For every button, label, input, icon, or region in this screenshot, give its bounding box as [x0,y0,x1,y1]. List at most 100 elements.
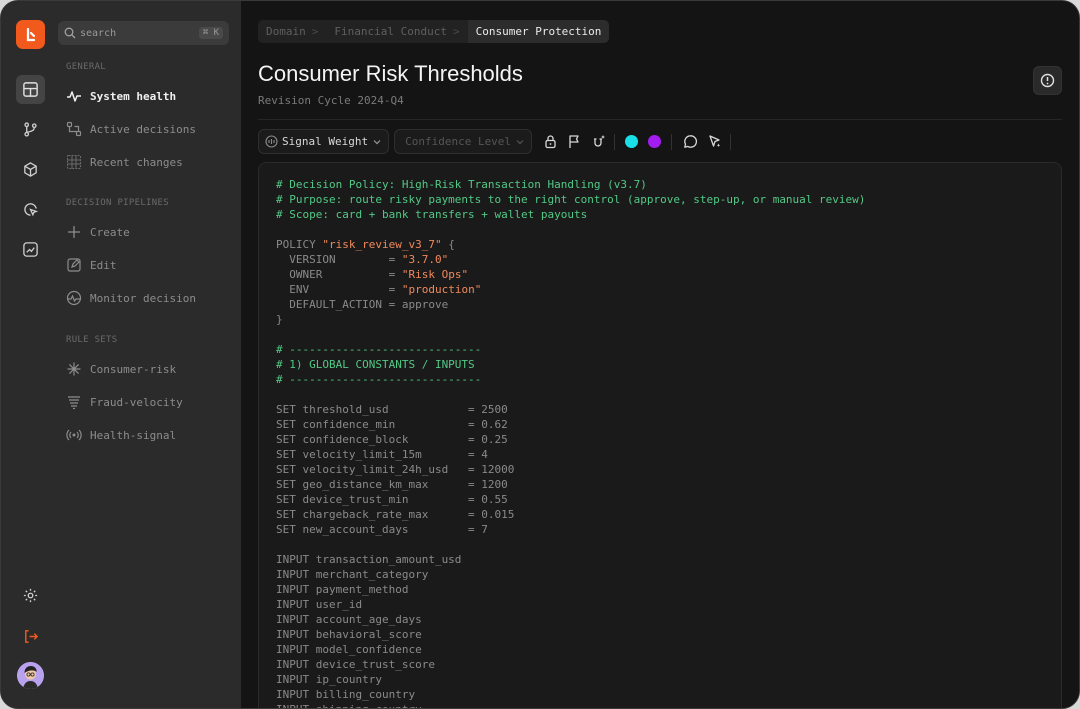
code-line: INPUT user_id [276,597,865,612]
code-line: # ----------------------------- [276,342,865,357]
sidebar-item-edit[interactable]: Edit [66,254,117,276]
rail-cube-button[interactable] [16,155,45,184]
code-token: INPUT payment_method [276,583,409,596]
sidebar-item-system-health[interactable]: System health [66,85,176,107]
sidebar: search ⌘ K GENERAL System health Active … [57,1,241,708]
code-token: SET confidence_min = 0.62 [276,418,508,431]
code-token: ENV = [276,283,402,296]
code-token: INPUT model_confidence [276,643,422,656]
code-token: INPUT behavioral_score [276,628,422,641]
search-input[interactable]: search ⌘ K [58,21,229,45]
confidence-level-select[interactable]: Confidence Level [394,129,533,154]
rail-dashboard-button[interactable] [16,75,45,104]
code-line: # Purpose: route risky payments to the r… [276,192,865,207]
editor-toolbar: Signal Weight Confidence Level [258,129,736,154]
sidebar-item-label: Recent changes [90,155,183,169]
code-line: VERSION = "3.7.0" [276,252,865,267]
lock-button[interactable] [539,131,561,153]
icon-rail [1,1,57,708]
code-token: POLICY [276,238,323,251]
sidebar-item-label: System health [90,89,177,103]
sidebar-item-label: Create [90,225,130,239]
rail-analytics-button[interactable] [16,235,45,264]
flag-button[interactable] [563,131,585,153]
code-token: # ----------------------------- [276,343,482,356]
cursor-click-icon [24,203,39,217]
logout-icon [25,630,39,643]
sidebar-item-create[interactable]: Create [66,221,130,243]
alert-circle-icon [1040,73,1055,88]
code-token: INPUT user_id [276,598,363,611]
rail-logout-button[interactable] [16,622,45,651]
code-line: OWNER = "Risk Ops" [276,267,865,282]
section-title-general: GENERAL [66,62,107,72]
code-line: POLICY "risk_review_v3_7" { [276,237,865,252]
chevron-down-icon [373,139,381,144]
page-subtitle: Revision Cycle 2024-Q4 [258,94,404,107]
code-token: "production" [401,283,482,296]
code-line: # 1) GLOBAL CONSTANTS / INPUTS [276,357,865,372]
code-token: } [276,313,283,326]
code-line: INPUT billing_country [276,687,865,702]
code-line: # ----------------------------- [276,372,865,387]
sidebar-item-consumer-risk[interactable]: Consumer-risk [66,358,176,380]
toolbar-separator [671,133,673,150]
code-editor[interactable]: # Decision Policy: High-Risk Transaction… [258,162,1062,708]
code-token: SET device_trust_min = 0.55 [276,493,508,506]
code-token: SET confidence_block = 0.25 [276,433,508,446]
breadcrumb: Domain > Financial Conduct > Consumer Prot… [258,20,610,43]
sparkle-pointer-icon [708,135,720,148]
header-divider [258,119,1062,120]
code-token: INPUT merchant_category [276,568,429,581]
code-token: # Purpose: route risky payments to the r… [276,193,866,206]
signal-weight-label: Signal Weight [282,135,369,148]
code-token: SET threshold_usd = 2500 [276,403,508,416]
comment-button[interactable] [679,131,701,153]
rail-pointer-button[interactable] [16,195,45,224]
search-icon [64,27,76,39]
rail-settings-button[interactable] [16,581,45,610]
code-line: SET velocity_limit_24h_usd = 12000 [276,462,865,477]
chart-trend-icon [23,242,38,257]
code-token: VERSION = [276,253,402,266]
workflow-icon [66,121,82,137]
code-token: DEFAULT_ACTION = approve [276,298,449,311]
sidebar-item-active-decisions[interactable]: Active decisions [66,118,196,140]
color-swatch-purple[interactable] [648,135,662,148]
calendar-grid-icon [66,154,82,170]
sidebar-item-health-signal[interactable]: Health-signal [66,424,176,446]
info-button[interactable] [1033,66,1062,95]
sidebar-item-recent-changes[interactable]: Recent changes [66,151,183,173]
sidebar-item-label: Monitor decision [90,291,196,305]
code-token: INPUT billing_country [276,688,416,701]
asterisk-icon [67,362,81,376]
logo-icon [26,27,35,41]
magnet-sparkle-icon [593,135,605,147]
sidebar-item-label: Fraud-velocity [90,395,183,409]
code-token: OWNER = [276,268,402,281]
sidebar-item-monitor-decision[interactable]: Monitor decision [66,287,196,309]
code-line: INPUT merchant_category [276,567,865,582]
breadcrumb-item-domain[interactable]: Domain > [258,20,327,43]
ai-assist-button[interactable] [703,131,725,153]
code-token: "Risk Ops" [401,268,469,281]
sidebar-item-fraud-velocity[interactable]: Fraud-velocity [66,391,183,413]
code-token: SET chargeback_rate_max = 0.015 [276,508,515,521]
gear-icon [23,588,38,603]
color-swatch-cyan[interactable] [625,135,639,148]
page-title: Consumer Risk Thresholds [258,61,523,86]
code-token: INPUT device_trust_score [276,658,435,671]
user-avatar[interactable] [17,662,44,689]
magic-button[interactable] [587,131,609,153]
monitor-pulse-icon [66,290,82,306]
app-logo[interactable] [16,20,45,49]
code-token: "risk_review_v3_7" [322,238,442,251]
sidebar-item-label: Active decisions [90,122,196,136]
breadcrumb-item-consumer-protection[interactable]: Consumer Protection [467,20,610,43]
breadcrumb-item-financial-conduct[interactable]: Financial Conduct > [326,20,468,43]
lock-icon [544,135,556,149]
code-line: SET chargeback_rate_max = 0.015 [276,507,865,522]
rail-branches-button[interactable] [16,115,45,144]
signal-weight-select[interactable]: Signal Weight [258,129,390,154]
